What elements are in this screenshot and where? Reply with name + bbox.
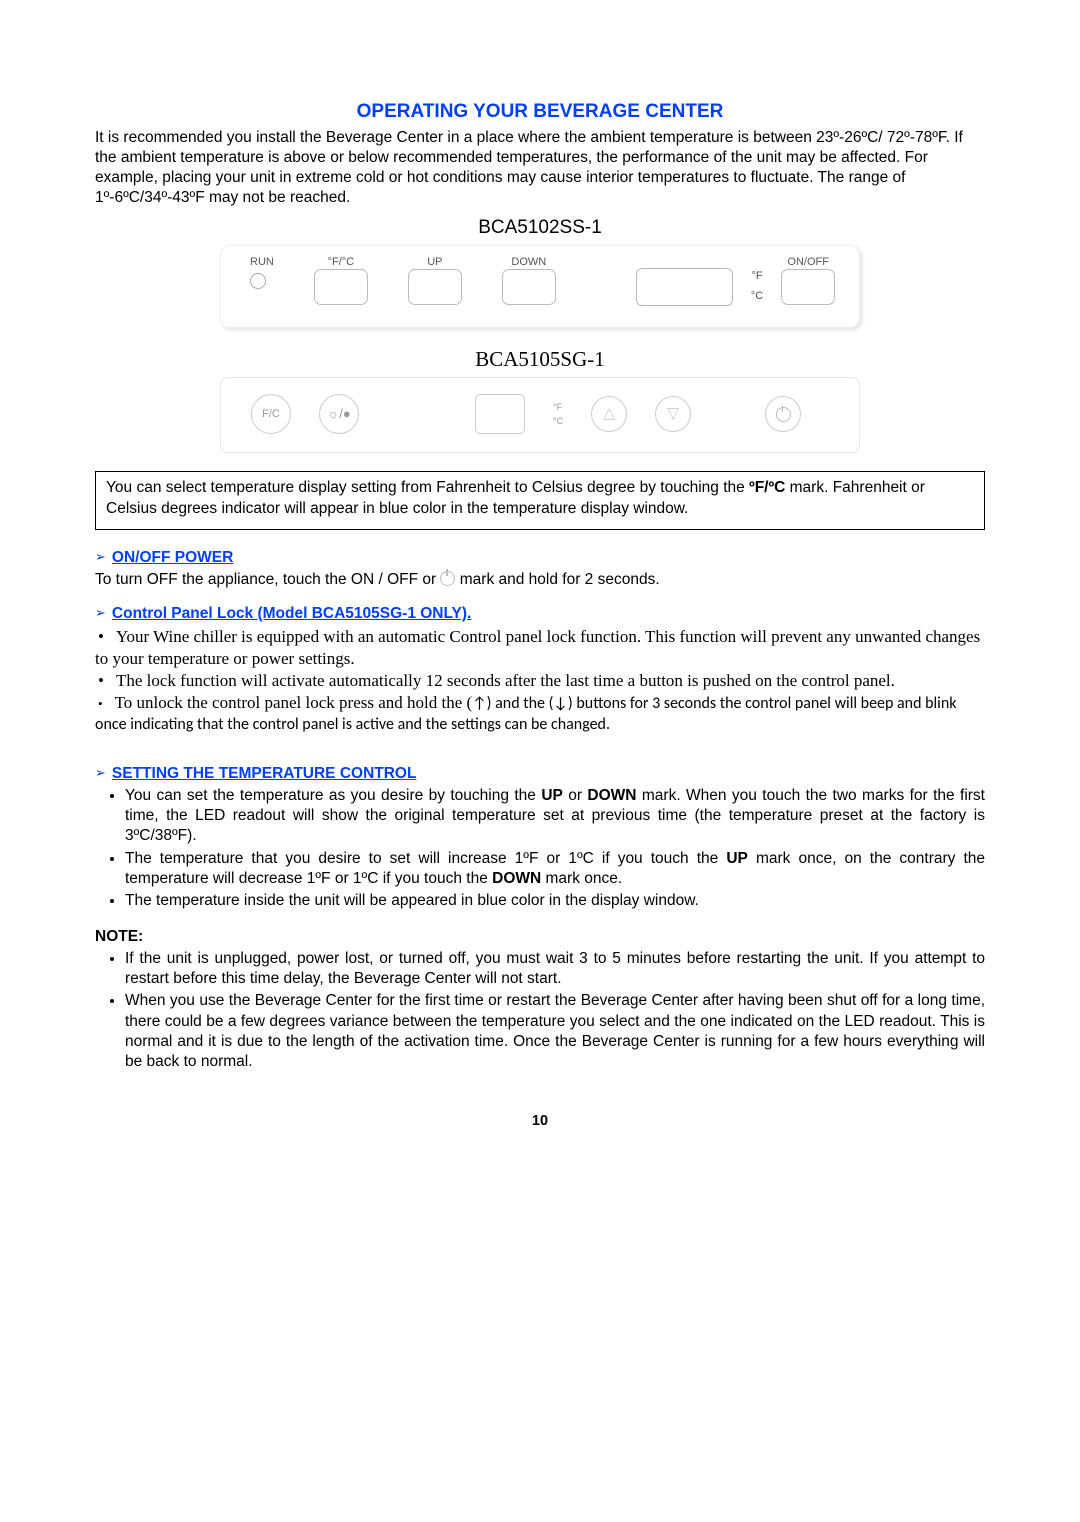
stc-b2-c: mark once. bbox=[541, 870, 622, 887]
panel1-model: BCA5102SS-1 bbox=[95, 216, 985, 241]
cpl-bullet1: •Your Wine chiller is equipped with an a… bbox=[95, 626, 985, 670]
light-button[interactable]: ☼/● bbox=[319, 394, 359, 434]
onoff-power-heading-text: ON/OFF POWER bbox=[112, 549, 233, 566]
stc-b1-up: UP bbox=[541, 787, 563, 804]
fc-label: °F/°C bbox=[314, 255, 368, 269]
down-button[interactable] bbox=[502, 269, 556, 305]
control-panel-bca5105sg: F/C ☼/● °F °C △ ▽ bbox=[220, 377, 860, 453]
page-number: 10 bbox=[95, 1112, 985, 1131]
up-triangle-icon: △ bbox=[603, 404, 615, 424]
stc-b2-down: DOWN bbox=[492, 870, 541, 887]
stc-heading-text: SETTING THE TEMPERATURE CONTROL bbox=[112, 765, 417, 782]
stc-b2-up: UP bbox=[726, 850, 748, 867]
cpl-b3-mid: ) and the ( bbox=[487, 694, 554, 713]
power-icon bbox=[776, 407, 791, 422]
onoff-power-heading: ➢ ON/OFF POWER bbox=[95, 548, 985, 568]
up-button[interactable] bbox=[408, 269, 462, 305]
stc-b1-or: or bbox=[563, 787, 588, 804]
control-panel-bca5102ss: RUN °F/°C UP DOWN bbox=[220, 245, 860, 328]
cpl-bullet1-text: Your Wine chiller is equipped with an au… bbox=[95, 627, 980, 668]
cpl-bullet3: •To unlock the control panel lock press … bbox=[95, 692, 985, 736]
stc-heading: ➢ SETTING THE TEMPERATURE CONTROL bbox=[95, 764, 985, 784]
fc-button[interactable]: F/C bbox=[251, 394, 291, 434]
note-mark: ºF/ºC bbox=[749, 479, 785, 496]
down-triangle-icon: ▽ bbox=[667, 404, 679, 424]
run-indicator-icon bbox=[250, 273, 266, 289]
temperature-display bbox=[636, 268, 733, 306]
stc-bullet2: The temperature that you desire to set w… bbox=[125, 849, 985, 889]
note-text-before: You can select temperature display setti… bbox=[106, 479, 749, 496]
cpl-b3-up: ↑ bbox=[472, 694, 486, 713]
onoff-label: ON/OFF bbox=[781, 255, 835, 269]
stc-bullet1: You can set the temperature as you desir… bbox=[125, 786, 985, 846]
down-button[interactable]: ▽ bbox=[655, 396, 691, 432]
stc-b1-down: DOWN bbox=[587, 787, 636, 804]
degC-label: °C bbox=[751, 289, 763, 303]
onoff-button[interactable] bbox=[781, 269, 835, 305]
degF-label: °F bbox=[751, 269, 763, 283]
onoff-body-after: mark and hold for 2 seconds. bbox=[455, 571, 659, 588]
cpl-bullet2: •The lock function will activate automat… bbox=[95, 670, 985, 692]
fc-button-label: F/C bbox=[262, 407, 280, 421]
onoff-body-before: To turn OFF the appliance, touch the ON … bbox=[95, 571, 440, 588]
arrow-bullet-icon: ➢ bbox=[95, 549, 106, 564]
cpl-heading: ➢ Control Panel Lock (Model BCA5105SG-1 O… bbox=[95, 604, 985, 624]
stc-bullet3: The temperature inside the unit will be … bbox=[125, 891, 985, 911]
onoff-power-body: To turn OFF the appliance, touch the ON … bbox=[95, 570, 985, 590]
cpl-heading-text: Control Panel Lock (Model BCA5105SG-1 ON… bbox=[112, 605, 471, 622]
intro-text: It is recommended you install the Bevera… bbox=[95, 128, 985, 209]
cpl-b3-down: ↓ bbox=[553, 694, 567, 713]
run-label: RUN bbox=[250, 255, 274, 269]
stc-b2-a: The temperature that you desire to set w… bbox=[125, 850, 726, 867]
down-label: DOWN bbox=[502, 255, 556, 269]
arrow-bullet-icon: ➢ bbox=[95, 605, 106, 620]
cpl-bullet2-text: The lock function will activate automati… bbox=[116, 671, 895, 690]
up-button[interactable]: △ bbox=[591, 396, 627, 432]
page-title: OPERATING YOUR BEVERAGE CENTER bbox=[95, 100, 985, 125]
power-button[interactable] bbox=[765, 396, 801, 432]
note-heading: NOTE: bbox=[95, 927, 985, 947]
temperature-display bbox=[475, 394, 525, 434]
fc-note-box: You can select temperature display setti… bbox=[95, 471, 985, 529]
stc-b1-a: You can set the temperature as you desir… bbox=[125, 787, 541, 804]
note-bullet2: When you use the Beverage Center for the… bbox=[125, 991, 985, 1072]
panel2-model: BCA5105SG-1 bbox=[95, 346, 985, 373]
degC-label: °C bbox=[553, 414, 563, 428]
light-icon: ☼/● bbox=[327, 406, 350, 423]
cpl-b3-a: To unlock the control panel lock press a… bbox=[115, 693, 473, 712]
fc-button[interactable] bbox=[314, 269, 368, 305]
degF-label: °F bbox=[553, 400, 563, 414]
up-label: UP bbox=[408, 255, 462, 269]
power-icon bbox=[440, 571, 455, 586]
arrow-bullet-icon: ➢ bbox=[95, 765, 106, 780]
note-bullet1: If the unit is unplugged, power lost, or… bbox=[125, 949, 985, 989]
